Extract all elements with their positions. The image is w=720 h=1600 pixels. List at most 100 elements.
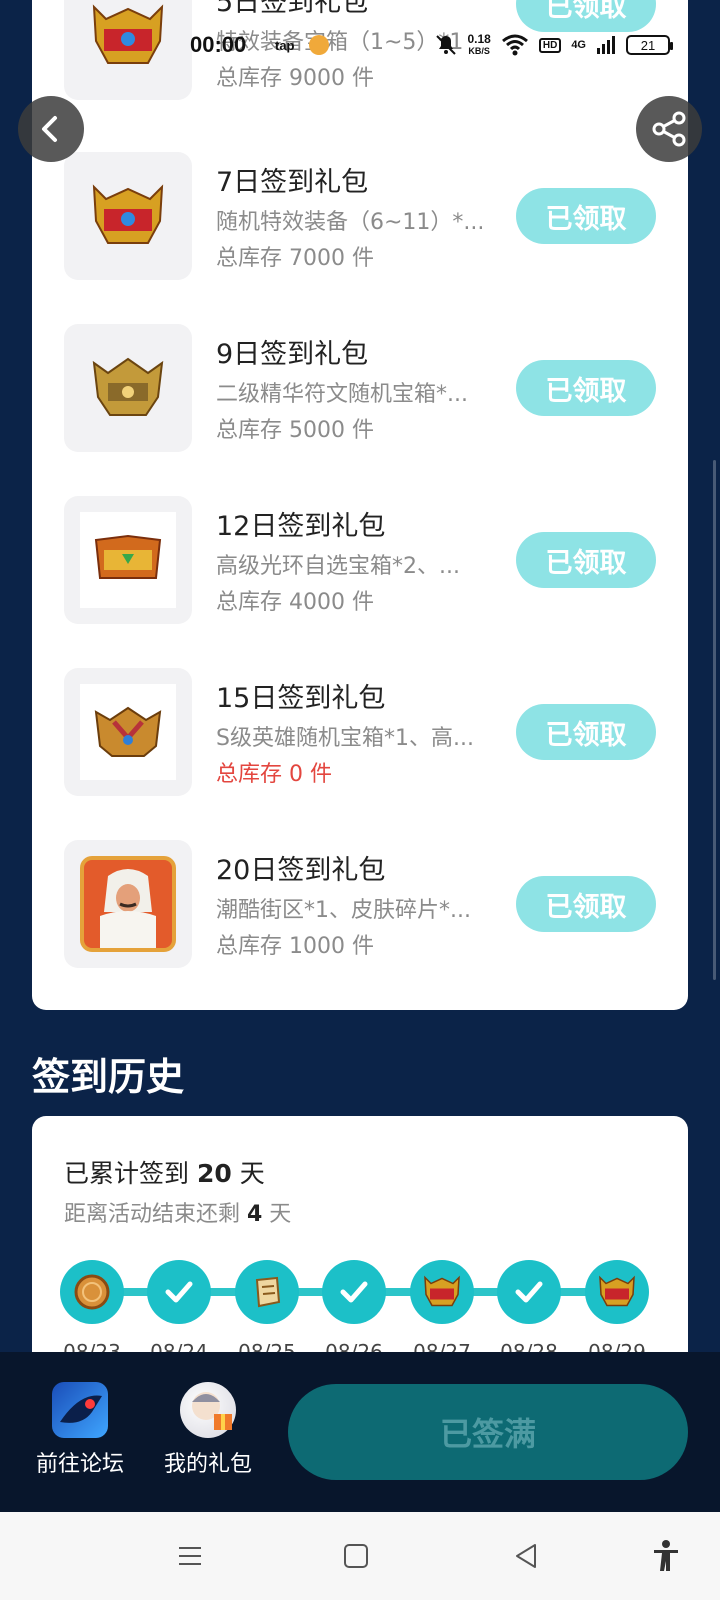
tap-app-icon: tap <box>275 37 295 53</box>
claimed-button[interactable]: 已领取 <box>516 360 656 416</box>
gift-thumb <box>64 840 192 968</box>
claimed-button[interactable]: 已领取 <box>516 532 656 588</box>
history-heading: 签到历史 <box>32 1055 185 1099</box>
history-remain-prefix: 距离活动结束还剩 <box>64 1202 247 1227</box>
gift-desc: 随机特效装备（6~11）*... <box>216 210 485 235</box>
my-gifts-icon <box>180 1382 236 1438</box>
coin-icon <box>74 1274 110 1310</box>
status-bar: 00:00 tap 0.18 KB/S HD 4G 21 <box>0 30 720 60</box>
gift-title: 5日签到礼包 <box>216 0 369 18</box>
gift-desc: 高级光环自选宝箱*2、... <box>216 554 460 579</box>
claimed-button[interactable]: 已领取 <box>516 188 656 244</box>
gift-title: 9日签到礼包 <box>216 339 369 370</box>
gift-stock: 总库存 1000 件 <box>216 934 374 959</box>
gift-stock: 总库存 7000 件 <box>216 246 374 271</box>
check-icon <box>515 1281 543 1303</box>
net-speed: 0.18 KB/S <box>468 33 491 57</box>
day-dot <box>60 1260 124 1324</box>
chest-icon <box>94 534 162 579</box>
menu-icon <box>179 1547 201 1565</box>
gift-row-day12: 12日签到礼包 高级光环自选宝箱*2、... 总库存 4000 件 已领取 <box>32 496 688 626</box>
status-time: 00:00 <box>190 32 247 57</box>
forum-link[interactable]: 前往论坛 <box>20 1382 140 1478</box>
check-icon <box>340 1281 368 1303</box>
check-icon <box>165 1281 193 1303</box>
day-dot <box>147 1260 211 1324</box>
day-dot <box>585 1260 649 1324</box>
gift-image-frame <box>80 512 176 608</box>
battery-indicator: 21 <box>626 35 673 55</box>
gift-image-frame <box>80 684 176 780</box>
accessibility-button[interactable] <box>648 1538 684 1574</box>
scrollbar[interactable] <box>713 460 716 980</box>
gift-thumb <box>64 324 192 452</box>
menu-nav-button[interactable] <box>172 1538 208 1574</box>
day-dot <box>235 1260 299 1324</box>
net-speed-unit: KB/S <box>468 46 490 56</box>
gift-title: 7日签到礼包 <box>216 167 369 198</box>
day-dot <box>497 1260 561 1324</box>
gift-stock: 总库存 4000 件 <box>216 590 374 615</box>
gift-box-icon <box>192 1392 232 1430</box>
gift-list-card: 5日签到礼包 特效装备宝箱（1~5）*1 总库存 9000 件 已领取 7日签到… <box>32 0 688 1010</box>
history-total-days: 20 <box>196 1159 232 1188</box>
hero-skin-icon <box>80 856 176 952</box>
network-type: 4G <box>571 39 586 51</box>
gift-stock: 总库存 5000 件 <box>216 418 374 443</box>
gift-desc: 二级精华符文随机宝箱*... <box>216 382 468 407</box>
history-remain-suffix: 天 <box>262 1202 292 1227</box>
signal-icon <box>597 36 615 54</box>
my-gifts-link[interactable]: 我的礼包 <box>148 1382 268 1478</box>
scroll-icon <box>255 1276 281 1308</box>
claimed-button[interactable]: 已领取 <box>516 0 656 32</box>
chevron-left-icon <box>42 116 57 142</box>
gift-desc: S级英雄随机宝箱*1、高... <box>216 726 474 751</box>
my-gifts-label: 我的礼包 <box>163 1452 252 1477</box>
day-dot <box>322 1260 386 1324</box>
bottom-action-bar: 前往论坛 我的礼包 已签满 <box>0 1352 720 1512</box>
bell-muted-icon <box>435 35 456 55</box>
back-nav-button[interactable] <box>508 1538 544 1574</box>
system-nav-bar <box>0 1512 720 1600</box>
gift-desc: 潮酷街区*1、皮肤碎片*... <box>216 898 471 923</box>
forum-icon <box>52 1382 108 1438</box>
accessibility-icon <box>654 1540 678 1571</box>
gift-title: 15日签到礼包 <box>216 683 386 714</box>
gift-row-day15: 15日签到礼包 S级英雄随机宝箱*1、高... 总库存 0 件 已领取 <box>32 668 688 798</box>
chest-icon <box>424 1275 460 1307</box>
chest-icon <box>92 357 164 416</box>
claimed-button[interactable]: 已领取 <box>516 704 656 760</box>
share-icon <box>652 111 686 147</box>
gift-title: 12日签到礼包 <box>216 511 386 542</box>
status-right: 0.18 KB/S HD 4G 21 <box>434 33 673 57</box>
history-total: 已累计签到 20 天 <box>64 1154 265 1190</box>
forum-hero-icon <box>60 1395 102 1423</box>
home-nav-button[interactable] <box>338 1538 374 1574</box>
history-card: 已累计签到 20 天 距离活动结束还剩 4 天 08/23 08/24 08/2… <box>32 1116 688 1366</box>
forum-label: 前往论坛 <box>35 1452 124 1477</box>
gift-row-day7: 7日签到礼包 随机特效装备（6~11）*... 总库存 7000 件 已领取 <box>32 152 688 282</box>
gift-row-day20: 20日签到礼包 潮酷街区*1、皮肤碎片*... 总库存 1000 件 已领取 <box>32 840 688 970</box>
chest-icon <box>94 706 162 757</box>
gift-thumb <box>64 152 192 280</box>
back-button[interactable] <box>18 96 84 162</box>
signed-full-button[interactable]: 已签满 <box>288 1384 688 1480</box>
day-dot <box>410 1260 474 1324</box>
history-total-suffix: 天 <box>231 1159 265 1188</box>
chest-icon <box>92 184 164 244</box>
gift-title: 20日签到礼包 <box>216 855 386 886</box>
history-total-prefix: 已累计签到 <box>64 1159 197 1188</box>
net-speed-value: 0.18 <box>467 32 491 46</box>
wifi-icon <box>501 34 528 56</box>
chest-icon <box>599 1275 635 1307</box>
history-remain-days: 4 <box>247 1202 263 1227</box>
gift-thumb <box>64 496 192 624</box>
gift-thumb <box>64 668 192 796</box>
share-button[interactable] <box>636 96 702 162</box>
history-remaining: 距离活动结束还剩 4 天 <box>64 1196 291 1228</box>
back-triangle-icon <box>516 1544 536 1568</box>
hd-badge: HD <box>538 37 562 53</box>
claimed-button[interactable]: 已领取 <box>516 876 656 932</box>
gift-stock: 总库存 0 件 <box>216 762 332 787</box>
mascot-notification-icon <box>309 35 329 55</box>
